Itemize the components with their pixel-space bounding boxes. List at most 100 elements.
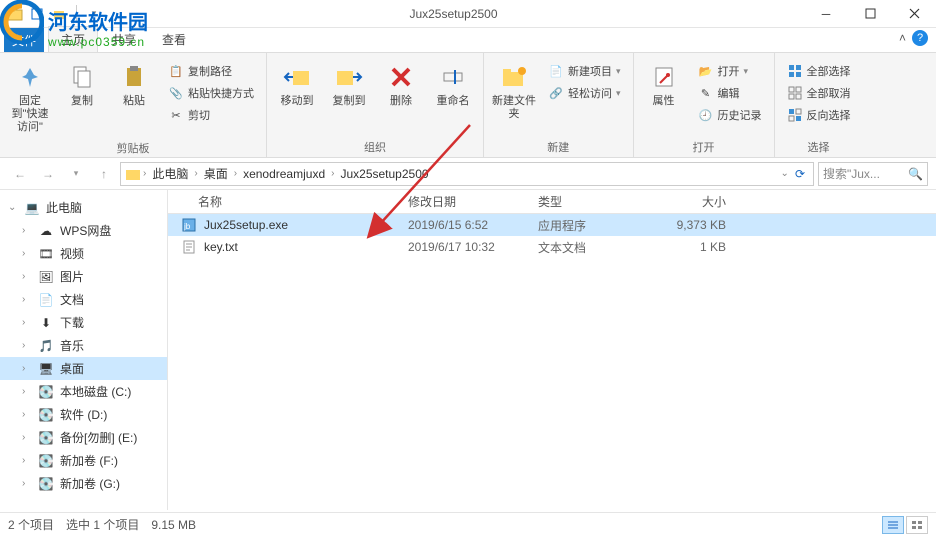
view-details-button[interactable] xyxy=(882,516,904,534)
copy-button[interactable]: 复制 xyxy=(58,57,106,112)
copyto-icon xyxy=(333,61,365,93)
properties-icon xyxy=(648,61,680,93)
disk-icon: 💽 xyxy=(38,476,54,492)
col-date[interactable]: 修改日期 xyxy=(408,193,538,210)
download-icon: ⬇ xyxy=(38,315,54,331)
col-type[interactable]: 类型 xyxy=(538,193,648,210)
file-list[interactable]: 名称 修改日期 类型 大小 jb Jux25setup.exe 2019/6/1… xyxy=(168,190,936,510)
ribbon-collapse-icon[interactable]: ˄ xyxy=(899,31,906,45)
crumb-folder1[interactable]: xenodreamjuxd xyxy=(239,167,329,181)
breadcrumb-dropdown-icon[interactable]: ⌄ xyxy=(781,168,789,179)
status-size: 9.15 MB xyxy=(151,518,196,532)
tree-music[interactable]: ›🎵音乐 xyxy=(0,334,167,357)
qat-newfolder-icon[interactable] xyxy=(50,5,68,23)
rename-icon xyxy=(437,61,469,93)
newitem-button[interactable]: 📄新建项目▾ xyxy=(544,61,625,81)
qat-properties-icon[interactable] xyxy=(28,5,46,23)
crumb-desktop[interactable]: 桌面 xyxy=(200,165,232,182)
view-large-button[interactable] xyxy=(906,516,928,534)
tree-wps[interactable]: ›☁WPS网盘 xyxy=(0,219,167,242)
nav-up-button[interactable]: ↑ xyxy=(92,162,116,186)
group-open: 属性 📂打开▾ ✎编辑 🕘历史记录 打开 xyxy=(634,53,775,157)
copypath-icon: 📋 xyxy=(168,63,184,79)
tree-documents[interactable]: ›📄文档 xyxy=(0,288,167,311)
refresh-icon[interactable]: ⟳ xyxy=(791,167,809,181)
tree-pictures[interactable]: ›🖼图片 xyxy=(0,265,167,288)
tree-downloads[interactable]: ›⬇下载 xyxy=(0,311,167,334)
file-row[interactable]: jb Jux25setup.exe 2019/6/15 6:52 应用程序 9,… xyxy=(168,214,936,236)
group-label-select: 选择 xyxy=(781,137,857,155)
search-icon: 🔍 xyxy=(908,167,923,181)
breadcrumb[interactable]: › 此电脑› 桌面› xenodreamjuxd› Jux25setup2500… xyxy=(120,162,814,186)
minimize-button[interactable]: ─ xyxy=(804,0,848,28)
group-new: 新建文件夹 📄新建项目▾ 🔗轻松访问▾ 新建 xyxy=(484,53,634,157)
open-icon: 📂 xyxy=(698,63,714,79)
nav-forward-button[interactable]: → xyxy=(36,162,60,186)
nav-recent-button[interactable]: ▾ xyxy=(64,162,88,186)
history-button[interactable]: 🕘历史记录 xyxy=(694,105,766,125)
copyto-button[interactable]: 复制到 xyxy=(325,57,373,112)
cut-button[interactable]: ✂剪切 xyxy=(164,105,258,125)
paste-icon xyxy=(118,61,150,93)
pin-button[interactable]: 固定到"快速访问" xyxy=(6,57,54,138)
invert-button[interactable]: 反向选择 xyxy=(783,105,855,125)
status-count: 2 个项目 xyxy=(8,516,54,533)
computer-icon: 💻 xyxy=(24,200,40,216)
title-bar: ▾ Jux25setup2500 ─ xyxy=(0,0,936,28)
tab-file[interactable]: 文件 xyxy=(4,28,44,52)
nav-back-button[interactable]: ← xyxy=(8,162,32,186)
file-row[interactable]: key.txt 2019/6/17 10:32 文本文档 1 KB xyxy=(168,236,936,258)
selectall-icon xyxy=(787,63,803,79)
status-selected: 选中 1 个项目 xyxy=(66,516,139,533)
ribbon: 固定到"快速访问" 复制 粘贴 📋复制路径 📎粘贴快捷方式 ✂剪切 剪贴板 移动… xyxy=(0,52,936,158)
newfolder-button[interactable]: 新建文件夹 xyxy=(490,57,538,125)
moveto-button[interactable]: 移动到 xyxy=(273,57,321,112)
easyaccess-button[interactable]: 🔗轻松访问▾ xyxy=(544,83,625,103)
tab-share[interactable]: 共享 xyxy=(100,27,148,52)
search-input[interactable]: 搜索"Jux... 🔍 xyxy=(818,162,928,186)
paste-button[interactable]: 粘贴 xyxy=(110,57,158,112)
selectnone-icon xyxy=(787,85,803,101)
edit-icon: ✎ xyxy=(698,85,714,101)
col-size[interactable]: 大小 xyxy=(648,193,738,210)
col-name[interactable]: 名称 xyxy=(168,193,408,210)
maximize-button[interactable] xyxy=(848,0,892,28)
open-button[interactable]: 📂打开▾ xyxy=(694,61,766,81)
tab-home[interactable]: 主页 xyxy=(48,26,98,52)
help-icon[interactable]: ? xyxy=(912,30,928,46)
selectnone-button[interactable]: 全部取消 xyxy=(783,83,855,103)
crumb-thispc[interactable]: 此电脑 xyxy=(148,165,192,182)
crumb-folder2[interactable]: Jux25setup2500 xyxy=(336,167,432,181)
delete-button[interactable]: 删除 xyxy=(377,57,425,112)
copypath-button[interactable]: 📋复制路径 xyxy=(164,61,258,81)
tree-videos[interactable]: ›🎞视频 xyxy=(0,242,167,265)
selectall-button[interactable]: 全部选择 xyxy=(783,61,855,81)
tree-disk-c[interactable]: ›💽本地磁盘 (C:) xyxy=(0,380,167,403)
moveto-icon xyxy=(281,61,313,93)
copy-icon xyxy=(66,61,98,93)
tree-disk-d[interactable]: ›💽软件 (D:) xyxy=(0,403,167,426)
folder-icon xyxy=(6,5,24,23)
close-button[interactable] xyxy=(892,0,936,28)
exe-icon: jb xyxy=(180,217,198,233)
tree-disk-e[interactable]: ›💽备份[勿删] (E:) xyxy=(0,426,167,449)
properties-button[interactable]: 属性 xyxy=(640,57,688,112)
tree-disk-f[interactable]: ›💽新加卷 (F:) xyxy=(0,449,167,472)
edit-button[interactable]: ✎编辑 xyxy=(694,83,766,103)
pasteshortcut-button[interactable]: 📎粘贴快捷方式 xyxy=(164,83,258,103)
disk-icon: 💽 xyxy=(38,430,54,446)
disk-icon: 💽 xyxy=(38,407,54,423)
desktop-icon: 🖥 xyxy=(38,361,54,377)
navigation-tree[interactable]: ⌄💻此电脑 ›☁WPS网盘 ›🎞视频 ›🖼图片 ›📄文档 ›⬇下载 ›🎵音乐 ›… xyxy=(0,190,168,510)
newitem-icon: 📄 xyxy=(548,63,564,79)
tree-thispc[interactable]: ⌄💻此电脑 xyxy=(0,196,167,219)
group-label-organize: 组织 xyxy=(273,137,477,155)
tree-disk-g[interactable]: ›💽新加卷 (G:) xyxy=(0,472,167,495)
rename-button[interactable]: 重命名 xyxy=(429,57,477,112)
qat-dropdown-icon[interactable]: ▾ xyxy=(85,5,103,23)
music-icon: 🎵 xyxy=(38,338,54,354)
shortcut-icon: 📎 xyxy=(168,85,184,101)
tree-desktop[interactable]: ›🖥桌面 xyxy=(0,357,167,380)
tab-view[interactable]: 查看 xyxy=(150,27,198,52)
document-icon: 📄 xyxy=(38,292,54,308)
